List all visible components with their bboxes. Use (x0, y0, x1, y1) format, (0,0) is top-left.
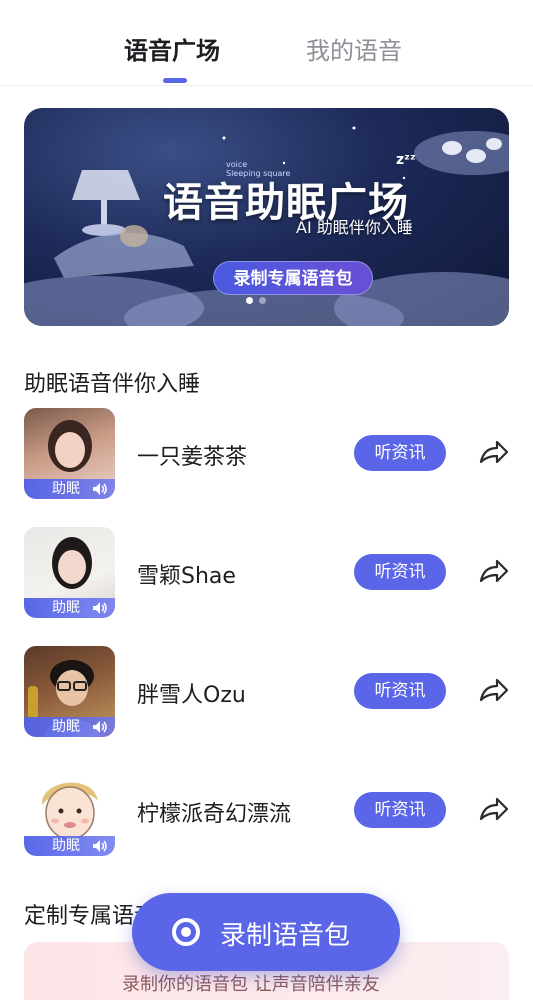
speaker-icon (93, 721, 107, 733)
sleep-zz-icon: zᶻᶻ (396, 152, 416, 168)
banner-subtitle: AI 助眠伴你入睡 (296, 218, 413, 237)
banner-record-button[interactable]: 录制专属语音包 (213, 261, 373, 295)
tab-my-voice[interactable]: 我的语音 (306, 34, 402, 68)
carousel-dot-active[interactable] (246, 297, 253, 304)
listen-news-button[interactable]: 听资讯 (354, 673, 446, 709)
listen-news-button[interactable]: 听资讯 (354, 435, 446, 471)
active-tab-indicator (163, 78, 187, 83)
speaker-icon (93, 602, 107, 614)
avatar[interactable]: 助眠 (24, 646, 115, 737)
list-item[interactable]: 助眠 柠檬派奇幻漂流 听资讯 (0, 765, 533, 857)
speaker-icon (93, 840, 107, 852)
listen-news-button[interactable]: 听资讯 (354, 554, 446, 590)
carousel-dots (246, 297, 266, 304)
avatar-badge: 助眠 (24, 598, 115, 618)
section-title: 助眠语音伴你入睡 (24, 372, 201, 397)
record-button-label: 录制语音包 (220, 921, 351, 951)
voice-name: 一只姜茶茶 (137, 445, 248, 470)
record-voice-pack-button[interactable]: 录制语音包 (132, 893, 400, 971)
voice-name: 柠檬派奇幻漂流 (137, 802, 292, 827)
list-item[interactable]: 助眠 胖雪人Ozu 听资讯 (0, 646, 533, 738)
listen-news-button[interactable]: 听资讯 (354, 792, 446, 828)
speaker-icon (93, 483, 107, 495)
record-icon (172, 918, 200, 946)
avatar[interactable]: 助眠 (24, 408, 115, 499)
tab-bar: 语音广场 我的语音 (0, 0, 533, 86)
avatar-badge: 助眠 (24, 717, 115, 737)
tab-voice-square[interactable]: 语音广场 (124, 34, 220, 68)
avatar[interactable]: 助眠 (24, 765, 115, 856)
voice-name: 雪颖Shae (137, 564, 236, 589)
avatar[interactable]: 助眠 (24, 527, 115, 618)
share-icon[interactable] (477, 676, 509, 706)
share-icon[interactable] (477, 438, 509, 468)
carousel-dot[interactable] (259, 297, 266, 304)
share-icon[interactable] (477, 557, 509, 587)
avatar-badge: 助眠 (24, 479, 115, 499)
share-icon[interactable] (477, 795, 509, 825)
promo-text: 录制你的语音包 让声音陪伴亲友 (122, 974, 380, 995)
list-item[interactable]: 助眠 一只姜茶茶 听资讯 (0, 408, 533, 500)
list-item[interactable]: 助眠 雪颖Shae 听资讯 (0, 527, 533, 619)
voice-name: 胖雪人Ozu (137, 683, 246, 708)
avatar-badge: 助眠 (24, 836, 115, 856)
